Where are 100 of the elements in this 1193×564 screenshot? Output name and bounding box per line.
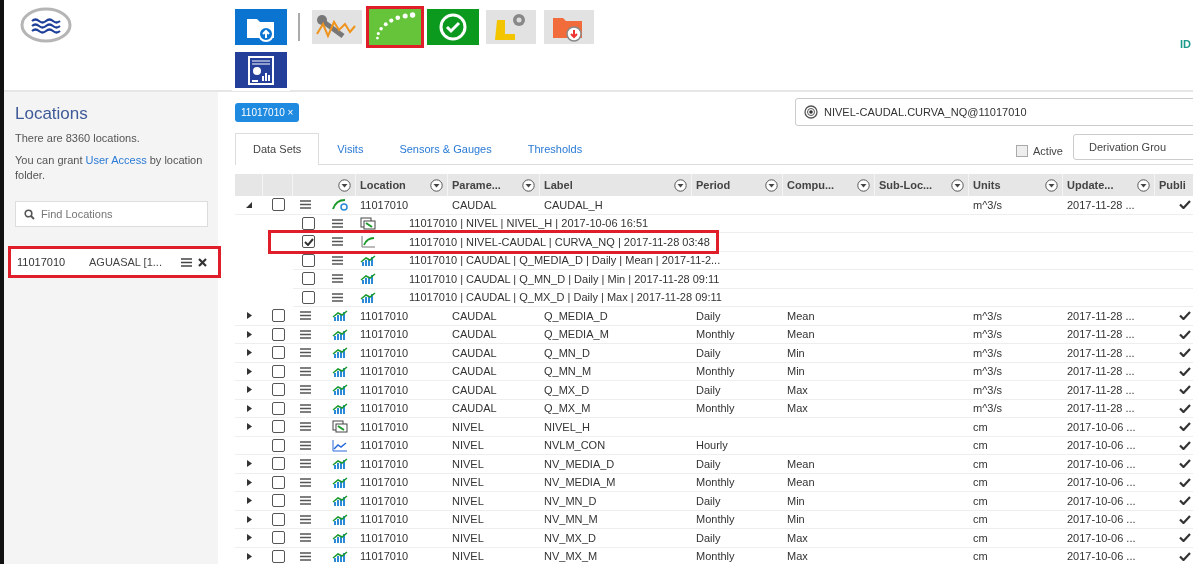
chip-remove[interactable]: ×: [287, 106, 294, 118]
expand-arrow-icon[interactable]: [246, 515, 252, 523]
filter-icon[interactable]: [951, 178, 964, 192]
menu-icon[interactable]: [300, 311, 311, 321]
menu-icon[interactable]: [300, 551, 311, 561]
row-checkbox[interactable]: [302, 216, 315, 230]
menu-icon[interactable]: [332, 218, 343, 228]
menu-icon[interactable]: [300, 533, 311, 543]
row-checkbox[interactable]: [271, 420, 285, 434]
filter-icon[interactable]: [1137, 178, 1150, 192]
column-header[interactable]: Update...: [1067, 179, 1114, 191]
label-cell: NV_MN_M: [544, 513, 598, 526]
location-item[interactable]: 11017010 AGUASAL [1...: [11, 249, 218, 275]
menu-icon[interactable]: [300, 459, 311, 469]
units-cell: m^3/s: [973, 383, 1002, 396]
expand-arrow-icon[interactable]: [246, 367, 252, 375]
label-cell: Q_MX_M: [544, 402, 591, 415]
row-checkbox[interactable]: [271, 549, 285, 563]
expand-arrow-icon[interactable]: [246, 386, 252, 394]
filter-chip[interactable]: 11017010 ×: [235, 102, 300, 122]
identifier-field[interactable]: NIVEL-CAUDAL.CURVA_NQ@11017010: [795, 98, 1193, 126]
report-button[interactable]: [232, 49, 290, 91]
menu-icon[interactable]: [300, 514, 311, 524]
upload-folder-button[interactable]: [232, 6, 290, 48]
tab[interactable]: Thresholds: [509, 133, 601, 165]
filter-icon[interactable]: [1045, 178, 1058, 192]
row-checkbox[interactable]: [271, 494, 285, 508]
filter-icon[interactable]: [765, 178, 778, 192]
row-checkbox[interactable]: [271, 309, 285, 323]
curve-button[interactable]: [366, 6, 424, 48]
collapse-arrow-icon[interactable]: [246, 201, 252, 209]
row-checkbox[interactable]: [271, 531, 285, 545]
expand-arrow-icon[interactable]: [246, 404, 252, 412]
location-identifier: 11017010: [17, 256, 67, 268]
approve-button[interactable]: [424, 6, 482, 48]
computation-cell: Mean: [787, 309, 815, 322]
row-checkbox[interactable]: [271, 364, 285, 378]
row-checkbox[interactable]: [271, 327, 285, 341]
row-checkbox[interactable]: [271, 346, 285, 360]
active-checkbox[interactable]: [1016, 145, 1029, 157]
column-header[interactable]: Label: [544, 179, 573, 191]
row-checkbox[interactable]: [271, 512, 285, 526]
row-checkbox[interactable]: [302, 272, 315, 286]
row-checkbox[interactable]: [271, 198, 285, 212]
updated-cell: 2017-11-28 ...: [1067, 365, 1135, 378]
menu-icon[interactable]: [332, 274, 343, 284]
filter-icon[interactable]: [522, 178, 535, 192]
search-field[interactable]: Find Locations: [15, 201, 208, 227]
menu-icon[interactable]: [300, 477, 311, 487]
filter-icon[interactable]: [430, 178, 443, 192]
logo-text: ID: [1180, 38, 1191, 50]
menu-icon[interactable]: [300, 329, 311, 339]
filter-icon[interactable]: [338, 178, 351, 192]
expand-arrow-icon[interactable]: [246, 312, 252, 320]
menu-icon[interactable]: [300, 496, 311, 506]
expand-arrow-icon[interactable]: [246, 497, 252, 505]
column-header[interactable]: Parame...: [452, 179, 501, 191]
row-checkbox[interactable]: [302, 235, 315, 249]
menu-icon[interactable]: [332, 237, 343, 247]
child-series-text: 11017010 | CAUDAL | Q_MX_D | Daily | Max | 2017-11-28 09:11: [409, 291, 722, 304]
expand-arrow-icon[interactable]: [246, 330, 252, 338]
parameter-cell: CAUDAL: [452, 346, 497, 359]
parameter-cell: NIVEL: [452, 531, 484, 544]
expand-arrow-icon[interactable]: [246, 534, 252, 542]
tab[interactable]: Data Sets: [235, 133, 320, 165]
filter-icon[interactable]: [857, 178, 870, 192]
expand-arrow-icon[interactable]: [246, 423, 252, 431]
column-header[interactable]: Compu...: [787, 179, 835, 191]
menu-icon[interactable]: [332, 255, 343, 265]
row-checkbox[interactable]: [271, 457, 285, 471]
user-access-link[interactable]: User Access: [85, 154, 147, 166]
expand-arrow-icon[interactable]: [246, 478, 252, 486]
menu-icon[interactable]: [300, 422, 311, 432]
rating-curve-icon: [360, 235, 376, 249]
menu-icon[interactable]: [181, 257, 192, 267]
row-checkbox[interactable]: [271, 401, 285, 415]
tab[interactable]: Visits: [319, 133, 382, 165]
menu-icon[interactable]: [300, 366, 311, 376]
menu-icon[interactable]: [300, 200, 311, 210]
row-checkbox[interactable]: [271, 438, 285, 452]
close-icon[interactable]: [198, 257, 207, 267]
menu-icon[interactable]: [332, 292, 343, 302]
menu-icon[interactable]: [300, 403, 311, 413]
column-header[interactable]: Period: [696, 179, 731, 191]
row-checkbox[interactable]: [271, 383, 285, 397]
column-header[interactable]: Sub-Loc...: [879, 179, 933, 191]
column-header[interactable]: Location: [360, 179, 406, 191]
filter-icon[interactable]: [674, 178, 687, 192]
expand-arrow-icon[interactable]: [246, 552, 252, 560]
menu-icon[interactable]: [300, 385, 311, 395]
row-checkbox[interactable]: [302, 290, 315, 304]
menu-icon[interactable]: [300, 440, 311, 450]
tab[interactable]: Sensors & Gauges: [381, 133, 510, 165]
column-header[interactable]: Units: [973, 179, 1001, 191]
expand-arrow-icon[interactable]: [246, 349, 252, 357]
expand-arrow-icon[interactable]: [246, 460, 252, 468]
row-checkbox[interactable]: [271, 475, 285, 489]
column-header[interactable]: Publi: [1159, 179, 1186, 191]
menu-icon[interactable]: [300, 348, 311, 358]
derivation-group-button[interactable]: Derivation Grou: [1073, 134, 1193, 160]
